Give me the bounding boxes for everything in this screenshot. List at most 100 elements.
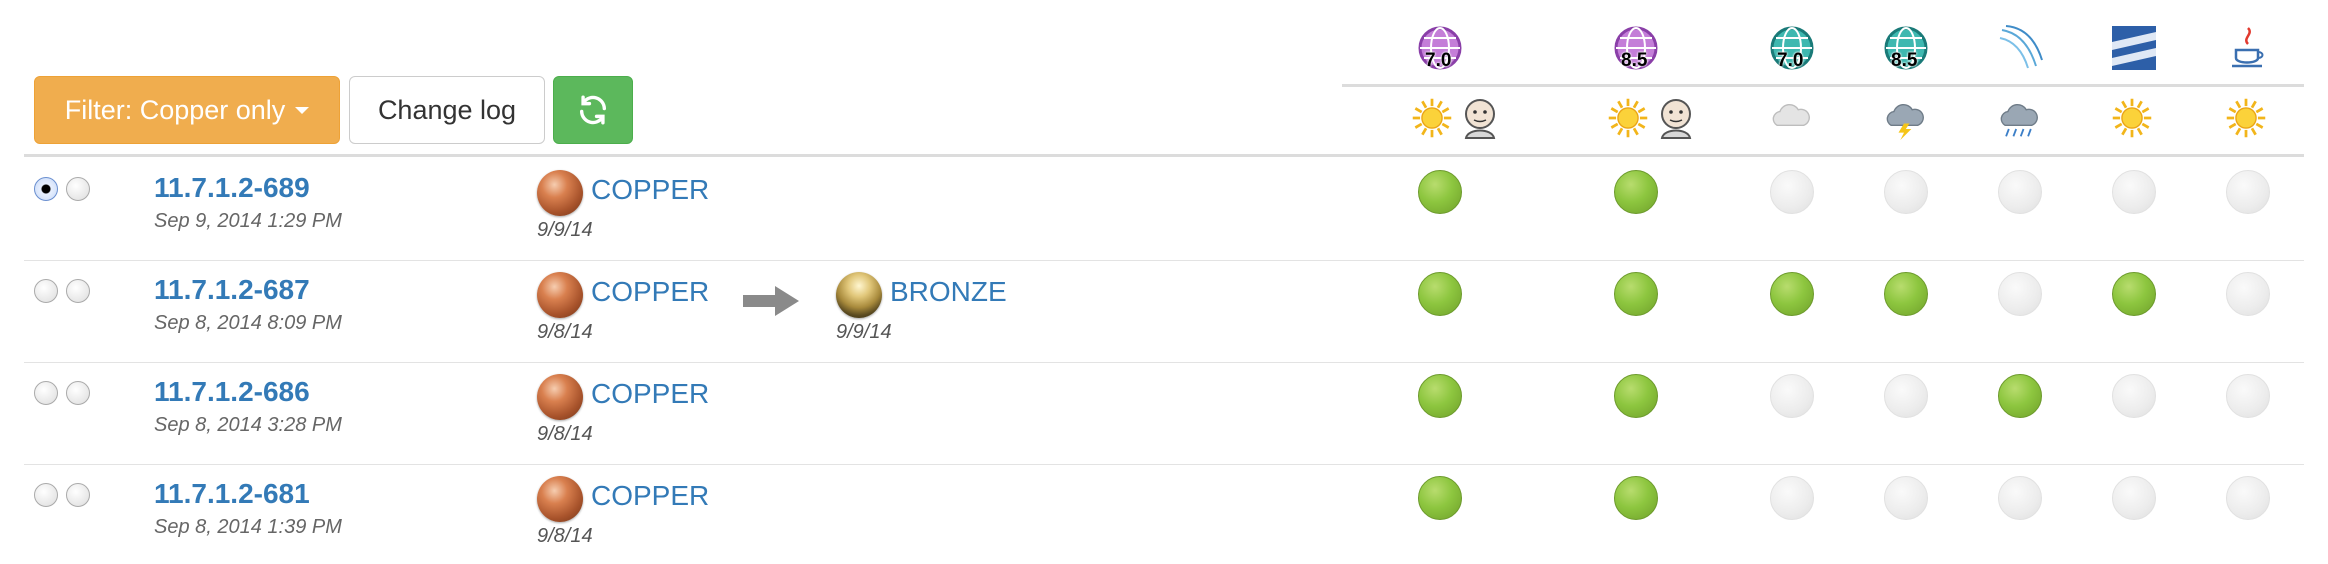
weather-status — [2110, 96, 2158, 144]
compare-radio-right[interactable] — [66, 381, 90, 405]
result-pass-indicator[interactable] — [1998, 374, 2042, 418]
filter-label: Filter: Copper only — [64, 94, 286, 125]
row-divider — [24, 464, 2304, 465]
copper-medal-icon — [537, 170, 583, 216]
row-divider — [24, 362, 2304, 363]
level-link-copper[interactable]: COPPER — [591, 480, 709, 512]
result-empty-indicator[interactable] — [1998, 272, 2042, 316]
storm-icon — [1886, 103, 1924, 140]
result-pass-indicator[interactable] — [2112, 272, 2156, 316]
copper-medal-icon — [537, 476, 583, 522]
compare-radio-right[interactable] — [66, 177, 90, 201]
result-pass-indicator[interactable] — [1418, 374, 1462, 418]
compare-radio-right[interactable] — [66, 279, 90, 303]
result-pass-indicator[interactable] — [1884, 272, 1928, 316]
level-date: 9/9/14 — [537, 219, 593, 241]
weather-status — [1882, 96, 1930, 144]
result-empty-indicator[interactable] — [1998, 476, 2042, 520]
stripes-icon — [2112, 26, 2156, 70]
result-empty-indicator[interactable] — [2226, 272, 2270, 316]
version-label: 8.5 — [1621, 50, 1648, 71]
cloud-icon — [1772, 103, 1810, 127]
result-pass-indicator[interactable] — [1418, 476, 1462, 520]
build-link[interactable]: 11.7.1.2-687 — [154, 274, 310, 306]
result-empty-indicator[interactable] — [1884, 170, 1928, 214]
refresh-icon — [579, 95, 607, 125]
compare-radio-left[interactable] — [34, 279, 58, 303]
compare-radio-left[interactable] — [34, 483, 58, 507]
change-log-button[interactable]: Change log — [349, 76, 545, 144]
result-pass-indicator[interactable] — [1614, 170, 1658, 214]
level-link-bronze[interactable]: BRONZE — [890, 276, 1007, 308]
java-cup-icon — [2232, 27, 2264, 68]
jenkins-status — [1456, 94, 1504, 142]
build-date: Sep 9, 2014 1:29 PM — [154, 210, 342, 232]
column-header-6 — [2110, 24, 2158, 72]
result-empty-indicator[interactable] — [1770, 476, 1814, 520]
sun-icon — [1412, 98, 1452, 138]
level-link-copper[interactable]: COPPER — [591, 276, 709, 308]
result-pass-indicator[interactable] — [1614, 374, 1658, 418]
result-empty-indicator[interactable] — [1770, 170, 1814, 214]
result-empty-indicator[interactable] — [1884, 476, 1928, 520]
result-empty-indicator[interactable] — [2226, 374, 2270, 418]
level-link-copper[interactable]: COPPER — [591, 174, 709, 206]
wind-lines-icon — [1999, 25, 2043, 69]
result-pass-indicator[interactable] — [1418, 272, 1462, 316]
level-date: 9/8/14 — [537, 321, 593, 343]
level-link-copper[interactable]: COPPER — [591, 378, 709, 410]
sun-icon — [2226, 98, 2266, 138]
change-log-label: Change log — [377, 94, 517, 125]
weather-status — [2224, 96, 2272, 144]
result-pass-indicator[interactable] — [1770, 272, 1814, 316]
jenkins-status — [1652, 94, 1700, 142]
sun-icon — [1608, 98, 1648, 138]
result-empty-indicator[interactable] — [1884, 374, 1928, 418]
result-pass-indicator[interactable] — [1614, 272, 1658, 316]
result-empty-indicator[interactable] — [2226, 476, 2270, 520]
result-empty-indicator[interactable] — [2226, 170, 2270, 214]
weather-status — [1410, 96, 1458, 144]
build-link[interactable]: 11.7.1.2-689 — [154, 172, 310, 204]
compare-radio-right[interactable] — [66, 483, 90, 507]
header-divider-top — [1342, 84, 2304, 87]
build-link[interactable]: 11.7.1.2-681 — [154, 478, 310, 510]
compare-radio-left[interactable] — [34, 177, 58, 201]
jenkins-icon — [1660, 99, 1692, 139]
result-empty-indicator[interactable] — [2112, 476, 2156, 520]
version-label: 8.5 — [1891, 50, 1918, 71]
sun-icon — [2112, 98, 2152, 138]
filter-dropdown-button[interactable]: Filter: Copper only — [34, 76, 340, 144]
result-empty-indicator[interactable] — [2112, 374, 2156, 418]
refresh-button[interactable] — [553, 76, 633, 144]
bronze-medal-icon — [836, 272, 882, 318]
column-header-5 — [1996, 24, 2044, 72]
compare-radio-left[interactable] — [34, 381, 58, 405]
result-empty-indicator[interactable] — [1998, 170, 2042, 214]
level-date: 9/9/14 — [836, 321, 892, 343]
level-date: 9/8/14 — [537, 525, 593, 547]
build-date: Sep 8, 2014 8:09 PM — [154, 312, 342, 334]
column-header-7 — [2224, 24, 2272, 72]
result-pass-indicator[interactable] — [1418, 170, 1462, 214]
arrow-right-icon — [743, 286, 799, 316]
result-pass-indicator[interactable] — [1614, 476, 1658, 520]
weather-status — [1606, 96, 1654, 144]
rain-icon — [2000, 103, 2038, 137]
weather-status — [1996, 96, 2044, 144]
copper-medal-icon — [537, 374, 583, 420]
build-link[interactable]: 11.7.1.2-686 — [154, 376, 310, 408]
weather-status — [1768, 96, 1816, 144]
row-divider — [24, 260, 2304, 261]
copper-medal-icon — [537, 272, 583, 318]
jenkins-icon — [1464, 99, 1496, 139]
header-divider — [24, 154, 2304, 157]
version-label: 7.0 — [1425, 50, 1452, 71]
result-empty-indicator[interactable] — [1770, 374, 1814, 418]
level-date: 9/8/14 — [537, 423, 593, 445]
build-date: Sep 8, 2014 3:28 PM — [154, 414, 342, 436]
result-empty-indicator[interactable] — [2112, 170, 2156, 214]
build-date: Sep 8, 2014 1:39 PM — [154, 516, 342, 538]
version-label: 7.0 — [1777, 50, 1804, 71]
caret-down-icon — [295, 106, 310, 114]
